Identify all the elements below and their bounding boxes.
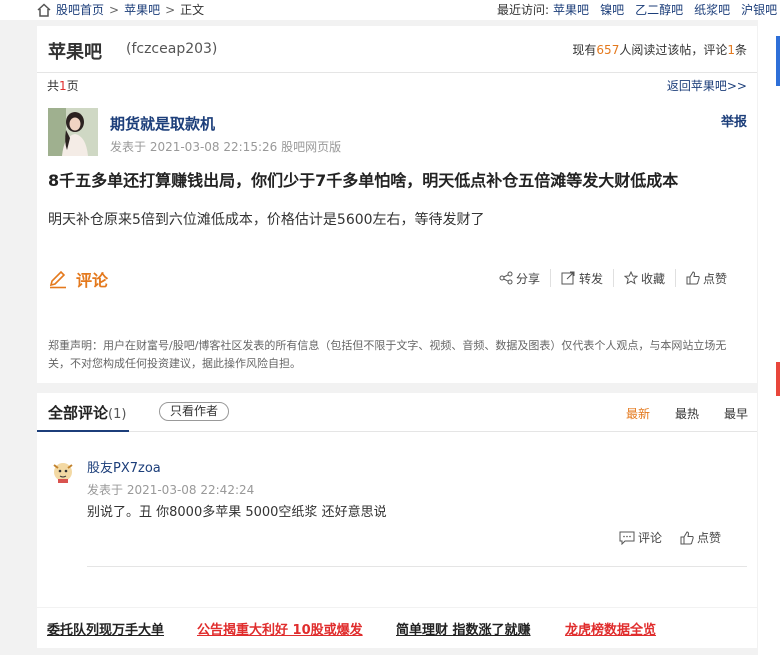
read-count: 657: [596, 43, 620, 57]
commenter-avatar[interactable]: [51, 459, 75, 483]
forward-icon: [561, 271, 575, 285]
comment-button[interactable]: 评论: [48, 267, 108, 291]
recent-visits: 最近访问: 苹果吧 镍吧 乙二醇吧 纸浆吧 沪银吧: [497, 1, 780, 18]
divider: [37, 431, 757, 432]
breadcrumb-separator: >: [165, 2, 176, 17]
comment-text: 别说了。丑 你8000多苹果 5000空纸浆 还好意思说: [87, 505, 387, 520]
only-author-button[interactable]: 只看作者: [159, 402, 229, 421]
comments-count: (1): [108, 407, 127, 422]
breadcrumb-home-link[interactable]: 股吧首页: [56, 1, 104, 18]
collect-button[interactable]: 收藏: [614, 270, 675, 287]
post-body: 明天补仓原来5倍到六位滩低成本，价格估计是5600左右，等待发财了: [48, 212, 485, 228]
promo-link[interactable]: 公告揭重大利好 10股或爆发: [197, 619, 363, 638]
author-avatar[interactable]: [48, 108, 98, 156]
home-icon[interactable]: [36, 2, 52, 17]
thumbs-up-icon: [686, 271, 700, 285]
comments-section: 全部评论(1) 只看作者 最新 最热 最早 股友PX7zoa 发表于 2021-…: [37, 393, 757, 607]
share-icon: [499, 271, 513, 285]
report-link[interactable]: 举报: [721, 111, 747, 130]
sort-earliest[interactable]: 最早: [724, 405, 748, 422]
breadcrumb-current: 正文: [180, 3, 205, 17]
side-tab-red[interactable]: [776, 362, 780, 396]
promo-link[interactable]: 简单理财 指数涨了就赚: [396, 619, 531, 638]
read-stats: 现有657人阅读过该帖，评论1条: [572, 43, 747, 57]
active-tab-underline: [37, 430, 129, 432]
tab-all-comments[interactable]: 全部评论(1): [48, 402, 126, 423]
disclaimer: 郑重声明：用户在财富号/股吧/博客社区发表的所有信息（包括但不限于文字、视频、音…: [48, 339, 727, 370]
recent-link[interactable]: 纸浆吧: [694, 1, 730, 18]
side-tab-blue[interactable]: [776, 36, 780, 86]
page-count: 共1页: [47, 79, 79, 93]
divider: [87, 566, 747, 567]
bar-title[interactable]: 苹果吧: [48, 38, 102, 64]
like-button[interactable]: 点赞: [676, 270, 737, 287]
sort-newest[interactable]: 最新: [626, 405, 650, 422]
pencil-icon: [49, 270, 66, 289]
reply-button[interactable]: 评论: [601, 529, 662, 546]
recent-link[interactable]: 乙二醇吧: [635, 1, 683, 18]
post-meta: 发表于 2021-03-08 22:15:26 股吧网页版: [110, 140, 342, 154]
breadcrumb-bar-link[interactable]: 苹果吧: [124, 1, 160, 18]
recent-link[interactable]: 沪银吧: [741, 1, 777, 18]
comment-meta: 发表于 2021-03-08 22:42:24: [87, 483, 255, 497]
breadcrumb-separator: >: [109, 2, 120, 17]
comment-button-label: 评论: [76, 271, 109, 290]
comment-count: 1: [727, 43, 735, 57]
post-author-name[interactable]: 期货就是取款机: [110, 113, 215, 134]
sort-options: 最新 最热 最早: [601, 405, 748, 422]
post-card: 苹果吧 (fczceap203) 现有657人阅读过该帖，评论1条 共1页 返回…: [37, 26, 757, 383]
thumbs-up-icon: [680, 530, 694, 544]
right-sidebar-edge: [758, 20, 780, 655]
promo-link[interactable]: 龙虎榜数据全览: [565, 619, 656, 638]
comment-like-button[interactable]: 点赞: [662, 529, 721, 546]
recent-visits-label: 最近访问:: [497, 3, 550, 17]
commenter-name[interactable]: 股友PX7zoa: [87, 457, 161, 476]
breadcrumb: 股吧首页 > 苹果吧 > 正文: [36, 1, 204, 18]
comment-actions: 评论 点赞: [601, 529, 721, 546]
forward-button[interactable]: 转发: [551, 270, 613, 287]
recent-link[interactable]: 苹果吧: [553, 1, 589, 18]
star-icon: [623, 271, 638, 285]
post-title: 8千五多单还打算赚钱出局，你们少于7千多单怕啥，明天低点补仓五倍滩等发大财低成本: [48, 171, 679, 190]
post-actions: 分享 转发 收藏 点赞: [489, 269, 737, 287]
sort-hottest[interactable]: 最热: [675, 405, 699, 422]
promo-links: 委托队列现万手大单 公告揭重大利好 10股或爆发 简单理财 指数涨了就赚 龙虎榜…: [37, 608, 757, 648]
recent-link[interactable]: 镍吧: [600, 1, 624, 18]
bar-code: (fczceap203): [126, 41, 218, 57]
back-to-bar-link[interactable]: 返回苹果吧>>: [667, 77, 747, 94]
divider: [37, 72, 757, 73]
top-nav: 股吧首页 > 苹果吧 > 正文 最近访问: 苹果吧 镍吧 乙二醇吧 纸浆吧 沪银…: [0, 0, 780, 20]
comment-bubble-icon: [619, 531, 635, 545]
promo-link[interactable]: 委托队列现万手大单: [47, 619, 164, 638]
share-button[interactable]: 分享: [489, 270, 550, 287]
